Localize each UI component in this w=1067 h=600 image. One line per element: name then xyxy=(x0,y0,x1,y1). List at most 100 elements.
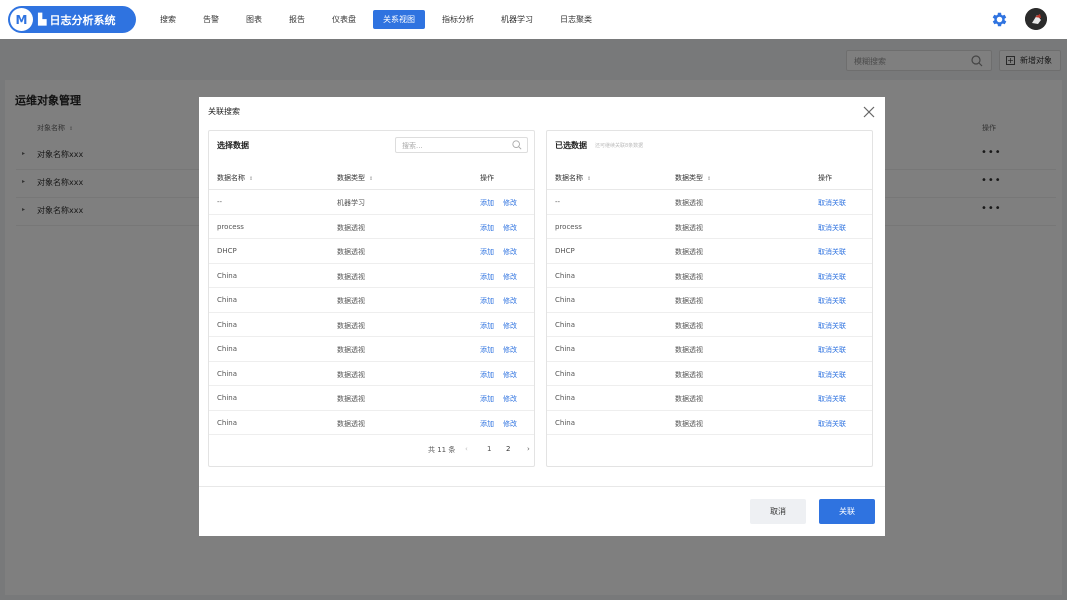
add-link[interactable]: 添加 xyxy=(480,272,494,282)
unlink-link[interactable]: 取消关联 xyxy=(818,272,846,282)
table-row: China 数据透视 添加 修改 xyxy=(209,411,534,435)
edit-link[interactable]: 修改 xyxy=(503,370,517,380)
app-brand[interactable]: M ▙ 日志分析系统 xyxy=(8,6,136,33)
sort-icon: ⇕ xyxy=(707,176,712,182)
unlink-link[interactable]: 取消关联 xyxy=(818,419,846,429)
data-name-cell: -- xyxy=(555,198,561,206)
data-type-cell: 数据透视 xyxy=(675,272,703,281)
data-name-cell: China xyxy=(555,296,575,304)
data-type-cell: 数据透视 xyxy=(675,297,703,305)
col-label: 数据类型 xyxy=(675,174,703,182)
close-icon[interactable] xyxy=(862,105,876,119)
add-link[interactable]: 添加 xyxy=(480,394,494,404)
nav-item-metrics[interactable]: 指标分析 xyxy=(432,10,484,29)
edit-link[interactable]: 修改 xyxy=(503,272,517,282)
table-row: China 数据透视 取消关联 xyxy=(547,362,872,386)
associate-button[interactable]: 关联 xyxy=(819,499,875,524)
nav-item-ml[interactable]: 机器学习 xyxy=(491,10,543,29)
user-avatar[interactable] xyxy=(1025,8,1047,30)
data-type-cell: 数据透视 xyxy=(675,223,703,232)
table-row: China 数据透视 添加 修改 xyxy=(209,386,534,411)
sort-icon: ⇕ xyxy=(587,176,592,182)
pagination-total: 共 11 条 xyxy=(428,446,456,454)
add-link[interactable]: 添加 xyxy=(480,296,494,306)
modal-title: 关联搜索 xyxy=(208,107,240,116)
selected-data-title: 已选数据 xyxy=(555,141,587,150)
cancel-button[interactable]: 取消 xyxy=(750,499,806,524)
unlink-link[interactable]: 取消关联 xyxy=(818,345,846,355)
table-row: China 数据透视 添加 修改 xyxy=(209,264,534,288)
unlink-link[interactable]: 取消关联 xyxy=(818,370,846,380)
data-name-cell: China xyxy=(217,296,237,304)
pagination-next-icon[interactable]: › xyxy=(527,445,530,453)
select-data-panel: 选择数据 搜索... 数据名称 ⇕ 数据类型 ⇕ 操作 -- 机器学习 添加 修改 proc… xyxy=(208,130,535,467)
col-header-data-name[interactable]: 数据名称 ⇕ xyxy=(217,173,253,183)
association-search-modal: 关联搜索 选择数据 搜索... 数据名称 ⇕ 数据类型 ⇕ 操作 -- 机器学习 添加修… xyxy=(199,97,885,536)
nav-item-alert[interactable]: 告警 xyxy=(193,10,229,29)
data-name-cell: China xyxy=(217,369,237,378)
data-name-cell: China xyxy=(555,271,575,280)
data-type-cell: 机器学习 xyxy=(337,199,365,207)
nav-item-search[interactable]: 搜索 xyxy=(150,10,186,29)
edit-link[interactable]: 修改 xyxy=(503,419,517,429)
table-row: -- 机器学习 添加 修改 xyxy=(209,190,534,215)
data-type-cell: 数据透视 xyxy=(337,272,365,281)
col-header-data-name[interactable]: 数据名称 ⇕ xyxy=(555,173,591,183)
pagination-page-2[interactable]: 2 xyxy=(506,445,510,453)
table-row: China 数据透视 添加 修改 xyxy=(209,313,534,337)
pagination-page-1[interactable]: 1 xyxy=(487,445,491,453)
edit-link[interactable]: 修改 xyxy=(503,394,517,404)
add-link[interactable]: 添加 xyxy=(480,321,494,331)
table-row: DHCP 数据透视 取消关联 xyxy=(547,239,872,264)
edit-link[interactable]: 修改 xyxy=(503,296,517,306)
unlink-link[interactable]: 取消关联 xyxy=(818,223,846,233)
nav-item-charts[interactable]: 图表 xyxy=(236,10,272,29)
nav-item-reports[interactable]: 报告 xyxy=(279,10,315,29)
table-row: process 数据透视 取消关联 xyxy=(547,215,872,239)
add-link[interactable]: 添加 xyxy=(480,198,494,208)
edit-link[interactable]: 修改 xyxy=(503,247,517,257)
col-header-data-type[interactable]: 数据类型 ⇕ xyxy=(675,173,711,183)
unlink-link[interactable]: 取消关联 xyxy=(818,394,846,404)
data-name-cell: China xyxy=(217,418,237,427)
add-link[interactable]: 添加 xyxy=(480,345,494,355)
unlink-link[interactable]: 取消关联 xyxy=(818,296,846,306)
data-type-cell: 数据透视 xyxy=(675,370,703,379)
unlink-link[interactable]: 取消关联 xyxy=(818,198,846,208)
data-name-cell: China xyxy=(555,369,575,378)
edit-link[interactable]: 修改 xyxy=(503,223,517,233)
edit-link[interactable]: 修改 xyxy=(503,198,517,208)
add-link[interactable]: 添加 xyxy=(480,419,494,429)
col-label: 数据名称 xyxy=(217,174,245,182)
nav-item-log-cluster[interactable]: 日志聚类 xyxy=(550,10,602,29)
table-row: China 数据透视 取消关联 xyxy=(547,313,872,337)
nav-item-relation-view[interactable]: 关系视图 xyxy=(373,10,425,29)
add-link[interactable]: 添加 xyxy=(480,370,494,380)
selected-data-panel: 已选数据 还可继续关联8条数据 数据名称 ⇕ 数据类型 ⇕ 操作 -- 数据透视 取消关… xyxy=(546,130,873,467)
table-row: China 数据透视 取消关联 xyxy=(547,386,872,411)
table-row: China 数据透视 添加 修改 xyxy=(209,362,534,386)
data-name-cell: China xyxy=(555,320,575,329)
data-search-input[interactable]: 搜索... xyxy=(395,137,528,153)
edit-link[interactable]: 修改 xyxy=(503,321,517,331)
unlink-link[interactable]: 取消关联 xyxy=(818,247,846,257)
add-link[interactable]: 添加 xyxy=(480,223,494,233)
gear-icon[interactable] xyxy=(990,10,1009,29)
data-name-cell: China xyxy=(555,418,575,427)
search-icon[interactable] xyxy=(512,140,522,150)
edit-link[interactable]: 修改 xyxy=(503,345,517,355)
data-type-cell: 数据透视 xyxy=(675,199,703,207)
data-type-cell: 数据透视 xyxy=(675,395,703,403)
table-row: China 数据透视 取消关联 xyxy=(547,411,872,435)
data-search-placeholder: 搜索... xyxy=(402,142,423,150)
data-type-cell: 数据透视 xyxy=(337,395,365,403)
col-header-data-type[interactable]: 数据类型 ⇕ xyxy=(337,173,373,183)
unlink-link[interactable]: 取消关联 xyxy=(818,321,846,331)
nav-item-dashboard[interactable]: 仪表盘 xyxy=(322,10,366,29)
data-name-cell: DHCP xyxy=(217,247,237,255)
add-link[interactable]: 添加 xyxy=(480,247,494,257)
table-row: China 数据透视 取消关联 xyxy=(547,337,872,362)
data-type-cell: 数据透视 xyxy=(337,248,365,256)
select-data-title: 选择数据 xyxy=(217,141,249,150)
pagination-prev-icon[interactable]: ‹ xyxy=(465,445,468,453)
